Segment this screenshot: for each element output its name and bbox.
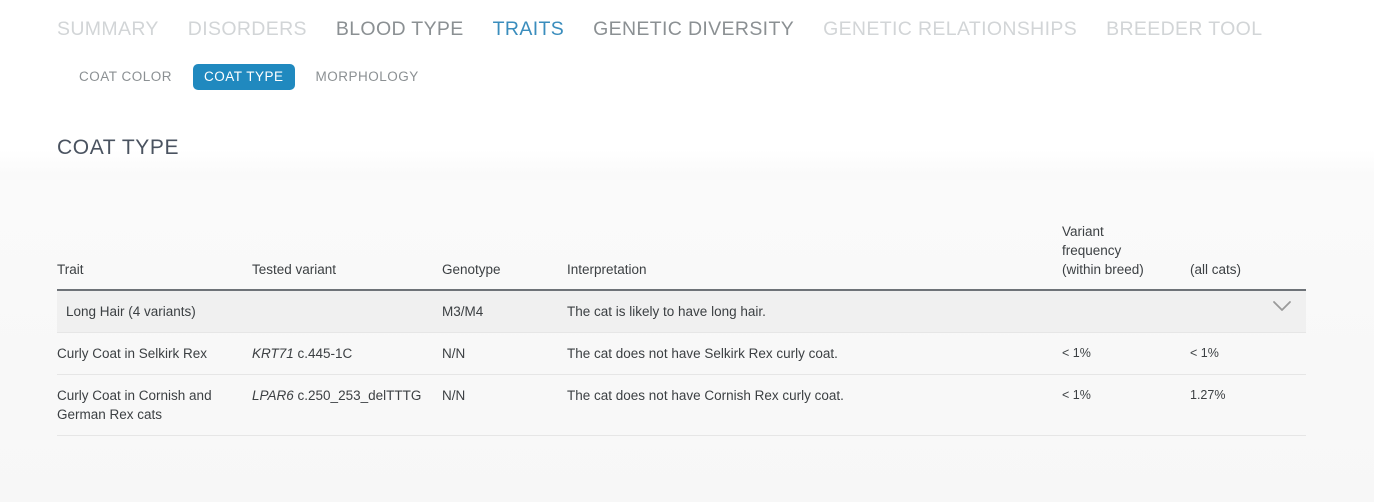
cell-genotype: N/N [442,374,567,436]
cell-tested-variant: KRT71 c.445-1C [252,332,442,375]
tab-genetic-diversity[interactable]: GENETIC DIVERSITY [593,16,794,42]
page-title: COAT TYPE [57,136,180,160]
cell-interpretation: The cat does not have Cornish Rex curly … [567,374,1062,436]
tab-blood-type[interactable]: BLOOD TYPE [336,16,464,42]
column-header-trait: Trait [57,222,252,291]
table-row[interactable]: Curly Coat in Cornish and German Rex cat… [57,374,1306,436]
tab-genetic-relationships[interactable]: GENETIC RELATIONSHIPS [823,16,1077,42]
tab-breeder-tool[interactable]: BREEDER TOOL [1106,16,1262,42]
cell-tested-variant: LPAR6 c.250_253_delTTTG [252,374,442,436]
tab-disorders[interactable]: DISORDERS [188,16,307,42]
main-tab-bar: SUMMARY DISORDERS BLOOD TYPE TRAITS GENE… [57,16,1262,42]
sub-tab-bar: COAT COLOR COAT TYPE MORPHOLOGY [68,64,430,90]
cell-trait: Curly Coat in Selkirk Rex [57,332,252,375]
table-body: Long Hair (4 variants) M3/M4 The cat is … [57,290,1306,436]
cell-frequency-within-breed: < 1% [1062,374,1190,436]
cell-frequency-within-breed [1062,290,1190,333]
gene-symbol: LPAR6 [252,388,294,403]
table-header-row: Trait Tested variant Genotype Interpreta… [57,222,1306,291]
cell-genotype: N/N [442,332,567,375]
cell-tested-variant [252,290,442,333]
coat-type-table-container: Trait Tested variant Genotype Interpreta… [57,222,1306,436]
column-header-interpretation: Interpretation [567,222,1062,291]
cell-interpretation: The cat does not have Selkirk Rex curly … [567,332,1062,375]
cell-interpretation: The cat is likely to have long hair. [567,290,1062,333]
cell-genotype: M3/M4 [442,290,567,333]
cell-frequency-all-cats: < 1% [1190,332,1306,375]
subtab-coat-type[interactable]: COAT TYPE [193,64,295,90]
coat-type-table: Trait Tested variant Genotype Interpreta… [57,222,1306,436]
tab-summary[interactable]: SUMMARY [57,16,159,42]
column-header-variant-frequency-within-breed: Variant frequency (within breed) [1062,222,1190,291]
chevron-down-icon[interactable] [1272,300,1292,312]
tab-traits[interactable]: TRAITS [493,16,564,42]
variant-notation: c.445-1C [293,346,353,361]
cell-frequency-within-breed: < 1% [1062,332,1190,375]
subtab-coat-color[interactable]: COAT COLOR [68,64,183,90]
cell-trait: Curly Coat in Cornish and German Rex cat… [57,374,252,436]
page-root: SUMMARY DISORDERS BLOOD TYPE TRAITS GENE… [0,0,1374,502]
subtab-morphology[interactable]: MORPHOLOGY [305,64,430,90]
gene-symbol: KRT71 [252,346,294,361]
column-header-variant-frequency-all-cats: (all cats) [1190,222,1306,291]
variant-notation: c.250_253_delTTTG [293,388,422,403]
column-header-tested-variant: Tested variant [252,222,442,291]
table-header: Trait Tested variant Genotype Interpreta… [57,222,1306,291]
column-header-genotype: Genotype [442,222,567,291]
cell-trait: Long Hair (4 variants) [57,290,252,333]
table-row[interactable]: Curly Coat in Selkirk Rex KRT71 c.445-1C… [57,332,1306,375]
table-row[interactable]: Long Hair (4 variants) M3/M4 The cat is … [57,290,1306,333]
cell-frequency-all-cats: 1.27% [1190,374,1306,436]
